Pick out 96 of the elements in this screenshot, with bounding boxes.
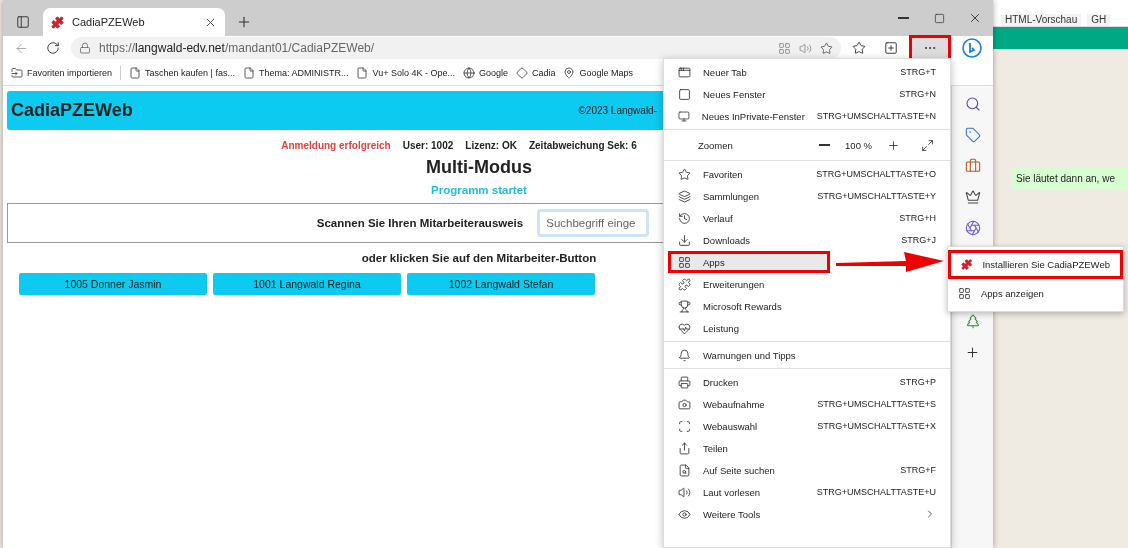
minimize-icon [897,17,909,19]
circle-icon [964,220,981,236]
tree-icon [964,313,981,329]
heart-icon [678,321,691,335]
plus-icon [236,14,252,30]
employee-button[interactable]: 1001 Langwald Regina [213,273,401,295]
trophy-icon [678,299,691,313]
brand-title: CadiaPZEWeb [11,100,133,121]
bell-icon [678,348,691,362]
window-icon [678,87,691,101]
copyright-text: ©2023 Langwald- [578,105,657,116]
status-text: Lizenz: OK [465,140,517,151]
collections-icon [678,189,691,203]
menu-item[interactable]: Webauswahl STRG+UMSCHALTTASTE+X [668,415,946,437]
menu-item[interactable]: Favoriten STRG+UMSCHALTTASTE+O [668,163,946,185]
status-message: Programm startet [431,184,527,196]
status-text: Anmeldung erfolgreich [281,140,391,151]
page-icon [242,66,255,79]
reload-icon [46,41,60,55]
menu-item[interactable]: Leistung [668,317,946,339]
globe-icon [462,66,475,79]
menu-item[interactable]: Weitere Tools [668,503,946,525]
read-aloud-icon [678,485,691,499]
camera-icon [678,397,691,411]
menu-item[interactable]: Warnungen und Tipps [668,344,946,366]
menu-item[interactable]: Erweiterungen [668,273,946,295]
tag-icon [964,127,981,143]
menu-item-label: Zoomen [698,139,734,151]
menu-item[interactable]: Laut vorlesen STRG+UMSCHALTTASTE+U [668,481,946,503]
employee-button[interactable]: 1002 Langwald Stefan [407,273,595,295]
folder-icon [11,66,23,79]
bookmark-link[interactable]: Favoriten importieren [11,66,113,79]
menu-item[interactable]: Sammlungen STRG+UMSCHALTTASTE+Y [668,185,946,207]
bookmark-link[interactable]: Cadia [515,66,556,79]
menu-item[interactable]: Downloads STRG+J [668,229,946,251]
menu-item[interactable]: Auf Seite suchen STRG+F [668,459,946,481]
page-icon [356,66,369,79]
scan-label: Scannen Sie Ihren Mitarbeiterausweis [316,217,524,229]
menu-item[interactable]: Drucken STRG+P [668,371,946,393]
plus-icon [886,138,900,152]
maximize-icon [933,12,945,24]
selection-icon [678,419,691,433]
status-text: Zeitabweichung Sek: 6 [528,140,637,151]
menu-item[interactable]: Neues Fenster STRG+N [668,83,946,105]
tab-icon [678,65,691,79]
bookmark-link[interactable]: Google [462,66,508,79]
diamond-icon [515,66,528,79]
star-icon [678,167,691,181]
zoom-value: 100 % [845,139,872,151]
submenu-item[interactable]: Apps anzeigen [948,279,1123,308]
read-aloud-icon [799,41,812,55]
printer-icon [678,375,691,389]
page-title: Multi-Modus [426,157,532,178]
menu-item[interactable]: Microsoft Rewards [668,295,946,317]
more-button[interactable] [909,35,951,61]
map-pin-icon [563,66,576,79]
download-icon [678,233,691,247]
menu-item[interactable]: Neuer Tab STRG+T [668,61,946,83]
menu-item[interactable]: Apps [668,251,830,273]
bookmark-link[interactable]: Vu+ Solo 4K - Ope... [356,66,455,79]
search-field[interactable]: Suchbegriff einge [537,209,650,237]
menu-item[interactable]: Webaufnahme STRG+UMSCHALTTASTE+S [668,393,946,415]
puzzle-icon [961,258,973,271]
puzzle-icon [678,277,691,291]
share-icon [678,441,691,455]
browser-tab[interactable]: CadiaPZEWeb [43,8,225,36]
employee-button[interactable]: 1005 Donner Jasmin [19,273,207,295]
briefcase-icon [964,158,981,174]
minus-icon [818,144,830,146]
apps-icon [958,287,971,300]
apps-icon [678,255,691,269]
history-icon [678,211,691,225]
hint-text: oder klicken Sie auf den Mitarbeiter-Button [361,252,597,264]
status-text: User: 1002 [402,140,454,151]
star-icon [852,41,866,55]
find-icon [678,463,691,477]
panel-icon [16,15,30,29]
plus-icon [965,344,980,360]
menu-item[interactable]: Teilen [668,437,946,459]
address-bar[interactable]: https://langwald-edv.net/mandant01/CadiaPZEWeb/ [71,37,841,59]
expand-icon [920,138,934,152]
bookmark-link[interactable]: Thema: ADMINISTR... [242,66,349,79]
submenu-item[interactable]: Installieren Sie CadiaPZEWeb [948,250,1123,279]
menu-item[interactable]: Verlauf STRG+H [668,207,946,229]
star-icon [820,41,833,55]
menu-item[interactable]: Neues InPrivate-Fenster STRG+UMSCHALTTASTE+N [668,105,946,127]
lock-icon [79,42,91,54]
bookmark-link[interactable]: Google Maps [563,66,633,79]
puzzle-icon [51,15,64,29]
bookmark-link[interactable]: Taschen kaufen | fas... [129,66,235,79]
chat-message: Sie läutet dann an, we [1011,167,1128,190]
page-icon [129,66,142,79]
search-icon [964,96,981,112]
apps-icon [778,41,791,55]
close-icon [968,11,982,25]
collections-icon [884,41,898,55]
